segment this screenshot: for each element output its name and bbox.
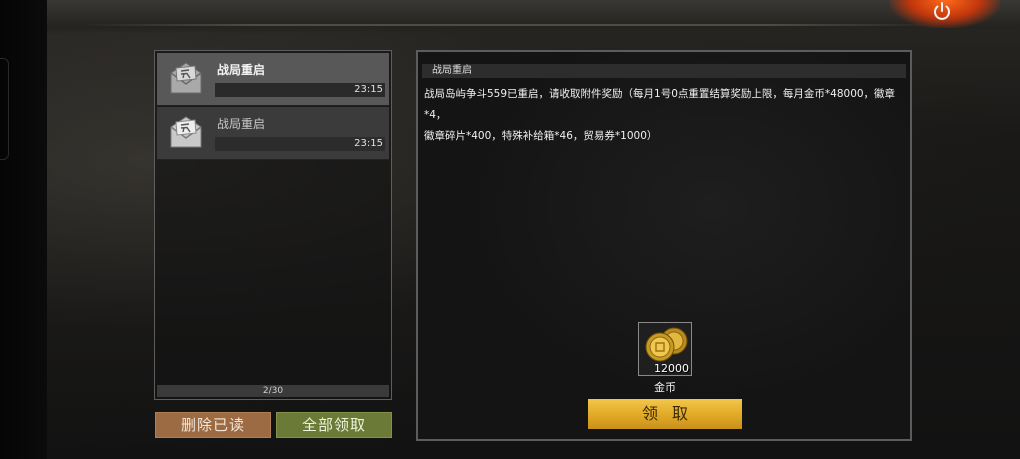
mail-title: 战局重启 [217, 117, 266, 131]
envelope-icon [167, 59, 205, 97]
delete-read-button[interactable]: 删除已读 [155, 412, 271, 438]
mail-title: 战局重启 [217, 63, 266, 77]
mail-time: 23:15 [354, 84, 383, 95]
reward-label: 金币 [654, 381, 676, 394]
power-icon [934, 2, 950, 20]
detail-body-line-1: 战局岛屿争斗559已重启，请收取附件奖励（每月1号0点重置结算奖励上限，每月金币… [424, 88, 896, 121]
claim-button[interactable]: 领取 [588, 399, 742, 429]
mail-detail-panel: 战局重启 战局岛屿争斗559已重启，请收取附件奖励（每月1号0点重置结算奖励上限… [416, 50, 912, 441]
page-indicator: 2/30 [157, 385, 389, 397]
side-handle [0, 58, 9, 160]
top-strip [47, 0, 1020, 34]
gold-coins-icon [645, 327, 688, 362]
envelope-icon [167, 113, 205, 151]
mail-list-panel: 战局重启 23:15 战局重启 23:15 2/30 [154, 50, 392, 400]
reward-count: 12000 [654, 362, 689, 375]
mail-item-1[interactable]: 战局重启 23:15 [157, 53, 389, 106]
claim-all-button[interactable]: 全部领取 [276, 412, 392, 438]
reward-item[interactable]: 12000 [638, 322, 692, 376]
detail-body-line-2: 徽章碎片*400，特殊补给箱*46，贸易券*1000） [424, 130, 658, 142]
power-button[interactable] [928, 0, 956, 24]
top-divider [80, 24, 940, 26]
mail-item-2[interactable]: 战局重启 23:15 [157, 107, 389, 160]
left-edge [0, 0, 47, 459]
detail-title: 战局重启 [422, 64, 906, 78]
mail-time: 23:15 [354, 138, 383, 149]
detail-body: 战局岛屿争斗559已重启，请收取附件奖励（每月1号0点重置结算奖励上限，每月金币… [424, 84, 904, 147]
